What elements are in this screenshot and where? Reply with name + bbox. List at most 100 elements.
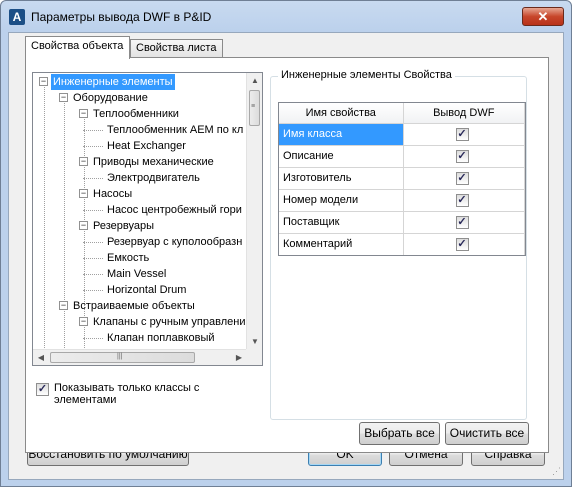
tree-item-label: Теплообменники [93, 108, 179, 120]
property-row[interactable]: Поставщик ✓ [279, 211, 525, 234]
property-name-cell[interactable]: Описание [279, 145, 404, 168]
autocad-icon: A [9, 9, 25, 25]
collapse-icon[interactable]: − [79, 221, 88, 230]
tree-connector [83, 146, 103, 147]
property-name-cell[interactable]: Номер модели [279, 189, 404, 212]
tree-item-label: Теплообменник АЕМ по кл [107, 124, 244, 136]
tree-connector [83, 274, 103, 275]
clear-all-button[interactable]: Очистить все [445, 422, 529, 445]
tab-sheet-properties[interactable]: Свойства листа [130, 39, 223, 57]
tree-item-label: Встраиваемые объекты [73, 300, 195, 312]
tree-item-label: Main Vessel [107, 268, 167, 280]
tree-horizontal-scrollbar[interactable]: ◀ ||| ▶ [33, 349, 247, 365]
select-all-button[interactable]: Выбрать все [359, 422, 440, 445]
dwf-output-cell: ✓ [403, 145, 525, 168]
tree-item-label: Оборудование [73, 92, 148, 104]
vertical-scroll-thumb[interactable]: ≡ [249, 90, 260, 126]
property-name-cell[interactable]: Изготовитель [279, 167, 404, 190]
properties-grid[interactable]: Имя свойства Вывод DWF Имя класса ✓ Описан… [278, 102, 526, 256]
property-row[interactable]: Изготовитель ✓ [279, 167, 525, 190]
tree-item-label: Насос центробежный гори [107, 204, 242, 216]
column-header-dwf-output[interactable]: Вывод DWF [403, 103, 525, 124]
column-header-property-name[interactable]: Имя свойства [279, 103, 404, 124]
scroll-up-icon[interactable]: ▲ [247, 73, 262, 89]
scroll-right-icon[interactable]: ▶ [231, 350, 247, 365]
scroll-left-icon[interactable]: ◀ [33, 350, 49, 365]
dwf-output-checkbox[interactable]: ✓ [455, 193, 469, 207]
collapse-icon[interactable]: − [79, 109, 88, 118]
dialog-client-area: Свойства объекта Свойства листа − Инженер… [8, 32, 564, 480]
tree-item[interactable]: Насос центробежный гори [33, 202, 247, 218]
dwf-output-checkbox[interactable]: ✓ [455, 215, 469, 229]
property-row[interactable]: Имя класса ✓ [279, 123, 525, 146]
dwf-output-cell: ✓ [403, 167, 525, 190]
tree-item-label: Приводы механические [93, 156, 214, 168]
window-title: Параметры вывода DWF в P&ID [31, 10, 212, 24]
tree-item[interactable]: Емкость [33, 250, 247, 266]
tree-connector [83, 130, 103, 131]
filter-checkbox[interactable]: ✓ [36, 383, 49, 396]
tree-item[interactable]: Резервуар с куполообразн [33, 234, 247, 250]
tree-item[interactable]: Клапан поплавковый [33, 330, 247, 346]
tree-item[interactable]: − Клапаны с ручным управлени [33, 314, 247, 330]
property-name-cell[interactable]: Поставщик [279, 211, 404, 234]
horizontal-scroll-thumb[interactable]: ||| [50, 352, 195, 363]
tree-item[interactable]: − Инженерные элементы [33, 74, 247, 90]
dwf-output-checkbox[interactable]: ✓ [455, 171, 469, 185]
dwf-output-checkbox[interactable]: ✓ [455, 237, 469, 251]
empty-cell [279, 255, 403, 256]
tree-connector [83, 258, 103, 259]
property-row[interactable]: Комментарий ✓ [279, 233, 525, 255]
tree-item[interactable]: Теплообменник АЕМ по кл [33, 122, 247, 138]
tab-object-properties[interactable]: Свойства объекта [25, 36, 130, 59]
tree-item[interactable]: − Встраиваемые объекты [33, 298, 247, 314]
title-bar[interactable]: A Параметры вывода DWF в P&ID ✕ [1, 1, 571, 33]
class-tree[interactable]: − Инженерные элементы − Оборудование − Теплоо… [32, 72, 263, 366]
scroll-down-icon[interactable]: ▼ [247, 334, 262, 350]
tree-item-label: Емкость [107, 252, 150, 264]
tree-item[interactable]: − Приводы механические [33, 154, 247, 170]
dwf-output-cell: ✓ [403, 189, 525, 212]
tree-item[interactable]: − Резервуары [33, 218, 247, 234]
collapse-icon[interactable]: − [39, 77, 48, 86]
tree-item[interactable]: − Насосы [33, 186, 247, 202]
collapse-icon[interactable]: − [79, 157, 88, 166]
tree-item-label: Клапан поплавковый [107, 332, 215, 344]
tab-panel: − Инженерные элементы − Оборудование − Теплоо… [25, 57, 549, 453]
property-row[interactable]: Описание ✓ [279, 145, 525, 168]
tree-item[interactable]: − Теплообменники [33, 106, 247, 122]
dialog-window: A Параметры вывода DWF в P&ID ✕ Свойства… [0, 0, 572, 487]
filter-checkbox-label: Показывать только классы с элементами [54, 382, 200, 406]
tree-item[interactable]: Main Vessel [33, 266, 247, 282]
tree-item-label: Клапаны с ручным управлени [93, 316, 246, 328]
tree-item[interactable]: Heat Exchanger [33, 138, 247, 154]
tree-item-label: Инженерные элементы [51, 74, 175, 90]
tree-item-label: Насосы [93, 188, 133, 200]
collapse-icon[interactable]: − [79, 189, 88, 198]
empty-row [279, 255, 525, 256]
dwf-output-cell: ✓ [403, 211, 525, 234]
tree-item[interactable]: Электродвигатель [33, 170, 247, 186]
collapse-icon[interactable]: − [59, 301, 68, 310]
dwf-output-checkbox[interactable]: ✓ [455, 149, 469, 163]
tree-item[interactable]: − Оборудование [33, 90, 247, 106]
tree-item-label: Heat Exchanger [107, 140, 186, 152]
tree-vertical-scrollbar[interactable]: ▲ ≡ ▼ [246, 73, 262, 350]
collapse-icon[interactable]: − [59, 93, 68, 102]
close-button[interactable]: ✕ [522, 7, 564, 26]
dwf-output-cell: ✓ [403, 123, 525, 146]
dwf-output-checkbox[interactable]: ✓ [455, 127, 469, 141]
tree-connector [83, 242, 103, 243]
tree-item-label: Электродвигатель [107, 172, 200, 184]
tree-item[interactable]: Horizontal Drum [33, 282, 247, 298]
tree-connector [83, 210, 103, 211]
property-name-cell[interactable]: Имя класса [279, 123, 404, 146]
resize-grip-icon[interactable]: ⋰ [552, 466, 561, 477]
tree-connector [83, 290, 103, 291]
tree-item-label: Резервуары [93, 220, 155, 232]
collapse-icon[interactable]: − [79, 317, 88, 326]
property-name-cell[interactable]: Комментарий [279, 233, 404, 255]
tree-connector [83, 178, 103, 179]
tree-viewport: − Инженерные элементы − Оборудование − Теплоо… [33, 73, 247, 350]
property-row[interactable]: Номер модели ✓ [279, 189, 525, 212]
